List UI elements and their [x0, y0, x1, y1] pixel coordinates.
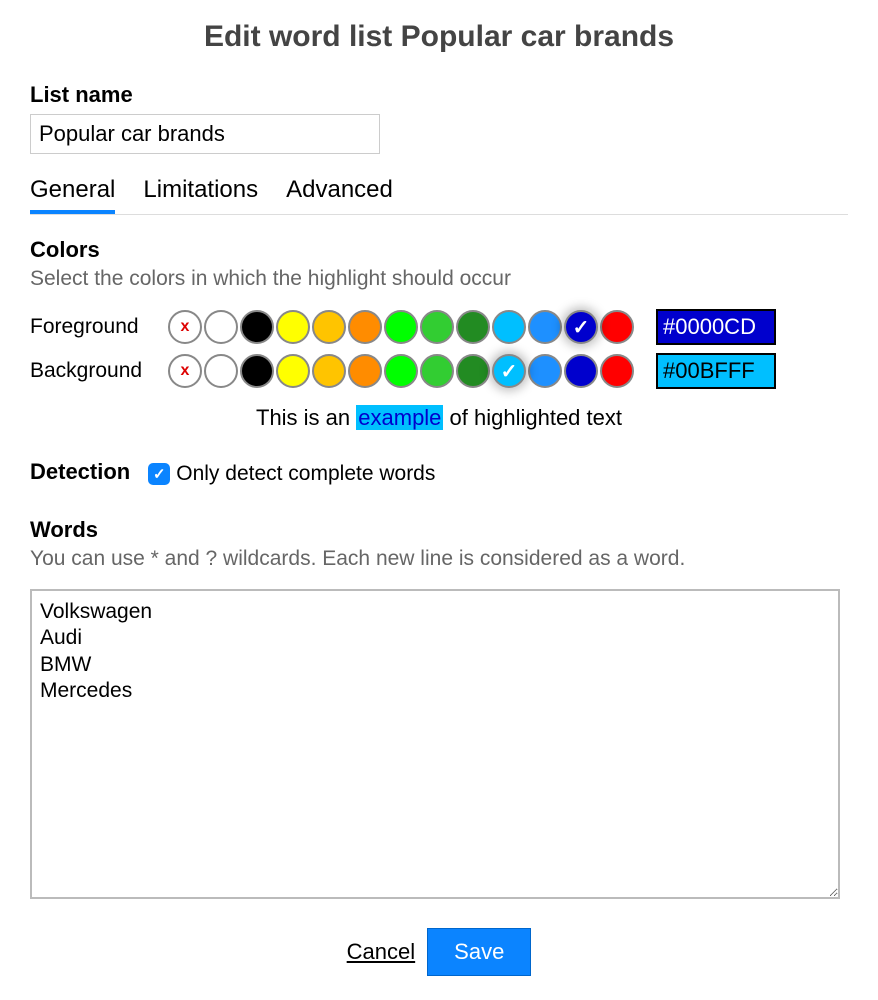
foreground-swatch[interactable] [492, 310, 526, 344]
list-name-input[interactable] [30, 114, 380, 154]
background-hex-input[interactable] [656, 353, 776, 389]
foreground-label: Foreground [30, 315, 162, 339]
background-swatch[interactable] [600, 354, 634, 388]
tab-limitations[interactable]: Limitations [143, 176, 258, 214]
background-swatch[interactable] [276, 354, 310, 388]
foreground-row: Foreground x [30, 309, 848, 345]
foreground-swatch[interactable] [276, 310, 310, 344]
foreground-swatch[interactable] [204, 310, 238, 344]
foreground-swatch[interactable] [384, 310, 418, 344]
background-swatch[interactable] [348, 354, 382, 388]
foreground-hex-input[interactable] [656, 309, 776, 345]
background-swatch[interactable] [384, 354, 418, 388]
background-swatch[interactable] [204, 354, 238, 388]
words-title: Words [30, 517, 848, 543]
foreground-swatch[interactable] [564, 310, 598, 344]
tab-advanced[interactable]: Advanced [286, 176, 393, 214]
background-swatch[interactable] [528, 354, 562, 388]
words-textarea[interactable] [30, 589, 840, 899]
background-swatch[interactable] [456, 354, 490, 388]
foreground-swatch[interactable] [312, 310, 346, 344]
foreground-swatch[interactable] [528, 310, 562, 344]
tabs: General Limitations Advanced [30, 176, 848, 215]
colors-title: Colors [30, 237, 848, 263]
background-swatch[interactable] [240, 354, 274, 388]
save-button[interactable]: Save [427, 928, 531, 976]
tab-general[interactable]: General [30, 176, 115, 214]
background-swatch[interactable] [312, 354, 346, 388]
background-swatch[interactable] [564, 354, 598, 388]
foreground-swatch[interactable] [348, 310, 382, 344]
detection-title: Detection [30, 459, 130, 485]
cancel-button[interactable]: Cancel [347, 939, 415, 965]
page-title: Edit word list Popular car brands [30, 20, 848, 54]
background-swatch[interactable]: x [168, 354, 202, 388]
words-desc: You can use * and ? wildcards. Each new … [30, 547, 848, 571]
example-suffix: of highlighted text [443, 405, 622, 430]
example-highlight: example [356, 405, 443, 430]
detection-checkbox[interactable] [148, 463, 170, 485]
foreground-swatch[interactable]: x [168, 310, 202, 344]
list-name-label: List name [30, 82, 848, 108]
detection-checkbox-label: Only detect complete words [176, 462, 435, 486]
colors-desc: Select the colors in which the highlight… [30, 267, 848, 291]
foreground-swatch[interactable] [600, 310, 634, 344]
background-row: Background x [30, 353, 848, 389]
foreground-swatch[interactable] [420, 310, 454, 344]
background-swatch[interactable] [420, 354, 454, 388]
foreground-swatch[interactable] [240, 310, 274, 344]
example-prefix: This is an [256, 405, 356, 430]
background-label: Background [30, 359, 162, 383]
example-line: This is an example of highlighted text [30, 405, 848, 431]
foreground-swatch[interactable] [456, 310, 490, 344]
background-swatch[interactable] [492, 354, 526, 388]
